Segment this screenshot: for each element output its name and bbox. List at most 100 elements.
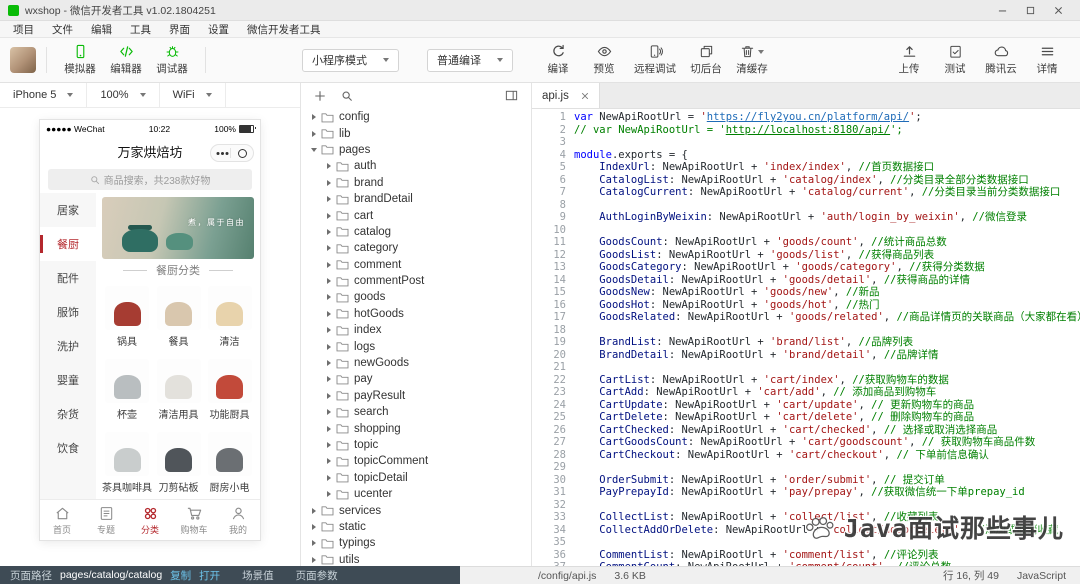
tree-item-lib[interactable]: lib [301, 125, 531, 141]
tree-item-pay[interactable]: pay [301, 371, 531, 387]
tab-category[interactable]: 分类 [128, 500, 172, 540]
tree-item-topicDetail[interactable]: topicDetail [301, 470, 531, 486]
category-item[interactable]: 杂货 [40, 397, 96, 431]
tree-item-typings[interactable]: typings [301, 535, 531, 551]
tree-item-catalog[interactable]: catalog [301, 224, 531, 240]
details-button[interactable]: 详情 [1024, 44, 1070, 76]
simulator-toggle[interactable]: 模拟器 [57, 44, 103, 76]
tree-item-newGoods[interactable]: newGoods [301, 355, 531, 371]
tab-label: 分类 [140, 524, 159, 535]
wechat-capsule[interactable] [210, 144, 254, 162]
tree-item-ucenter[interactable]: ucenter [301, 486, 531, 502]
product-item[interactable]: 杯壶 [102, 354, 152, 427]
code-editor[interactable]: 1 2 3 4 5 6 7 8 9 10 11 12 13 14 15 16 17 18 19 20 21 22 23 24 2… [532, 109, 1080, 566]
menu-item-5[interactable]: 设置 [199, 22, 238, 37]
page-params-button[interactable]: 页面参数 [296, 568, 338, 583]
tree-item-topicComment[interactable]: topicComment [301, 453, 531, 469]
network-select[interactable]: WiFi [160, 83, 226, 107]
tree-item-cart[interactable]: cart [301, 207, 531, 223]
upload-button[interactable]: 上传 [886, 44, 932, 76]
status-language[interactable]: JavaScript [1017, 570, 1066, 582]
product-item[interactable]: 清洁 [205, 281, 254, 354]
compile-icon [551, 44, 566, 59]
open-path-link[interactable]: 打开 [199, 568, 220, 583]
remote-debug-button[interactable]: 远程调试 [627, 44, 683, 76]
tree-item-brand[interactable]: brand [301, 175, 531, 191]
tree-item-label: static [339, 520, 366, 533]
category-item[interactable]: 配件 [40, 261, 96, 295]
clear-cache-button[interactable]: 清缓存 [729, 44, 775, 76]
tree-item-shopping[interactable]: shopping [301, 420, 531, 436]
editor-panel: api.js 1 2 3 4 5 6 7 8 9 10 11 12 13 14 15 16 17 18 19 20 21… [532, 83, 1080, 566]
mode-select[interactable]: 小程序模式 [302, 48, 399, 72]
category-item[interactable]: 餐厨 [40, 227, 96, 261]
tree-item-goods[interactable]: goods [301, 289, 531, 305]
menu-item-2[interactable]: 编辑 [82, 22, 121, 37]
compile-config-select[interactable]: 普通编译 [427, 48, 513, 72]
scene-value-button[interactable]: 场景值 [242, 568, 274, 583]
status-bar-left: 页面路径 pages/catalog/catalog 复制 打开 场景值 页面参… [0, 566, 460, 584]
tab-api-js[interactable]: api.js [532, 83, 600, 108]
tree-item-topic[interactable]: topic [301, 437, 531, 453]
menu-item-6[interactable]: 微信开发者工具 [238, 22, 330, 37]
avatar[interactable] [10, 47, 36, 73]
tab-home[interactable]: 首页 [40, 500, 84, 540]
tree-item-comment[interactable]: comment [301, 257, 531, 273]
copy-path-link[interactable]: 复制 [170, 568, 191, 583]
code-line: CartUpdate: NewApiRootUrl + 'cart/update… [599, 398, 975, 411]
debugger-toggle[interactable]: 调试器 [149, 44, 195, 76]
product-item[interactable]: 锅具 [102, 281, 152, 354]
product-item[interactable]: 刀剪砧板 [154, 426, 203, 499]
tree-item-commentPost[interactable]: commentPost [301, 273, 531, 289]
product-item[interactable]: 餐具 [154, 281, 203, 354]
tab-user[interactable]: 我的 [216, 500, 260, 540]
product-item[interactable]: 茶具咖啡具 [102, 426, 152, 499]
tree-item-logs[interactable]: logs [301, 338, 531, 354]
maximize-button[interactable] [1016, 1, 1044, 20]
tree-item-pages[interactable]: pages [301, 142, 531, 158]
tree-item-hotGoods[interactable]: hotGoods [301, 306, 531, 322]
compile-button[interactable]: 编译 [535, 44, 581, 76]
banner-image[interactable]: 煮，属于自由 [102, 197, 254, 259]
tab-topic[interactable]: 专题 [84, 500, 128, 540]
tree-item-auth[interactable]: auth [301, 158, 531, 174]
tree-item-utils[interactable]: utils [301, 552, 531, 566]
preview-button[interactable]: 预览 [581, 44, 627, 76]
product-item[interactable]: 清洁用具 [154, 354, 203, 427]
zoom-select[interactable]: 100% [87, 83, 160, 107]
product-item[interactable]: 功能厨具 [205, 354, 254, 427]
product-item[interactable]: 厨房小电 [205, 426, 254, 499]
category-item[interactable]: 服饰 [40, 295, 96, 329]
menu-item-0[interactable]: 项目 [4, 22, 43, 37]
tree-item-brandDetail[interactable]: brandDetail [301, 191, 531, 207]
add-file-button[interactable] [314, 90, 326, 102]
tab-cart[interactable]: 购物车 [172, 500, 216, 540]
tree-item-static[interactable]: static [301, 519, 531, 535]
tree-item-services[interactable]: services [301, 502, 531, 518]
tree-item-search[interactable]: search [301, 404, 531, 420]
tree-item-config[interactable]: config [301, 109, 531, 125]
search-files-button[interactable] [341, 90, 353, 102]
test-button[interactable]: 测试 [932, 44, 978, 76]
device-select[interactable]: iPhone 5 [0, 83, 88, 107]
close-button[interactable] [1044, 1, 1072, 20]
panel-layout-button[interactable] [505, 89, 518, 102]
switch-background-button[interactable]: 切后台 [683, 44, 729, 76]
menu-item-4[interactable]: 界面 [160, 22, 199, 37]
tree-item-payResult[interactable]: payResult [301, 388, 531, 404]
menu-item-3[interactable]: 工具 [121, 22, 160, 37]
menu-item-1[interactable]: 文件 [43, 22, 82, 37]
close-tab-icon[interactable] [581, 92, 589, 100]
category-item[interactable]: 婴童 [40, 363, 96, 397]
editor-toggle[interactable]: 编辑器 [103, 44, 149, 76]
miniapp-search-bar[interactable]: 商品搜索，共238款好物 [48, 169, 252, 190]
tree-item-index[interactable]: index [301, 322, 531, 338]
test-icon [948, 44, 963, 59]
tencent-cloud-button[interactable]: 腾讯云 [978, 44, 1024, 76]
minimize-button[interactable] [988, 1, 1016, 20]
tree-item-category[interactable]: category [301, 240, 531, 256]
category-item[interactable]: 洗护 [40, 329, 96, 363]
category-item[interactable]: 饮食 [40, 431, 96, 465]
clear-cache-button-label: 清缓存 [736, 63, 768, 75]
category-item[interactable]: 居家 [40, 193, 96, 227]
